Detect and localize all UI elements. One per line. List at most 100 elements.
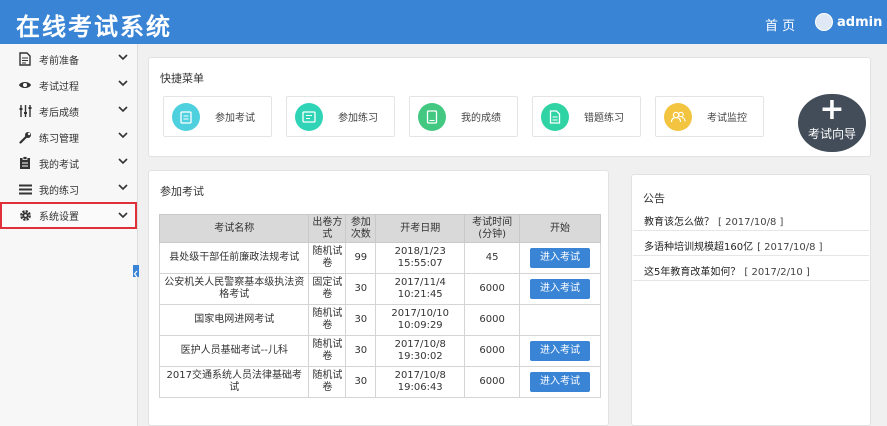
table-row: 国家电网进网考试 随机试卷 30 2017/10/10 10:09:29 600… (158, 304, 601, 336)
sidebar-item-label: 我的练习 (39, 185, 79, 197)
note-icon (295, 102, 323, 131)
plus-icon: + (819, 92, 845, 127)
user-name: admin (837, 14, 883, 30)
sidebar-item-my-practice[interactable]: 我的练习 (0, 176, 137, 202)
exam-date: 2018/1/23 15:55:07 (375, 242, 466, 274)
notice-item[interactable]: 多语种培训规模超160亿[ 2017/10/8 ] (644, 238, 864, 253)
notice-date: [ 2017/10/8 ] (757, 242, 823, 253)
sidebar-item-label: 考前准备 (39, 55, 79, 67)
exam-action-cell: 进入考试 (519, 242, 601, 274)
exam-date: 2017/10/8 19:30:02 (375, 335, 466, 367)
users-icon (664, 102, 692, 131)
exam-wizard-button[interactable]: + 考试向导 (798, 94, 866, 152)
quick-take-exam-card[interactable]: 参加考试 (163, 96, 272, 137)
enter-exam-button[interactable]: 进入考试 (530, 372, 591, 392)
chevron-down-icon (118, 212, 128, 219)
quick-card-label: 考试监控 (707, 113, 747, 124)
chevron-down-icon (118, 106, 128, 113)
top-navbar: 在线考试系统 首 页 admin (0, 0, 887, 44)
divider (633, 230, 869, 231)
clipboard-icon (17, 155, 33, 171)
sidebar-item-exam-process[interactable]: 考试过程 (0, 72, 137, 98)
clipboard-icon (172, 102, 200, 131)
sidebar-item-label: 系统设置 (39, 212, 79, 223)
sidebar-item-exam-prep[interactable]: 考前准备 (0, 46, 137, 72)
exam-action-cell: 进入考试 (519, 335, 601, 367)
exam-date: 2017/11/4 10:21:45 (375, 273, 466, 305)
notice-title: 公告 (643, 192, 665, 205)
quick-practice-card[interactable]: 参加练习 (286, 96, 395, 137)
exam-action-cell: 进入考试 (519, 273, 601, 305)
exam-date: 2017/10/10 10:09:29 (375, 304, 466, 336)
exam-count: 30 (345, 304, 377, 336)
sidebar-item-scores[interactable]: 考后成绩 (0, 98, 137, 124)
exam-duration: 6000 (464, 335, 521, 367)
divider (633, 255, 869, 256)
column-header: 参加次数 (345, 214, 377, 243)
notice-date: [ 2017/10/8 ] (718, 217, 784, 228)
quick-menu-title: 快捷菜单 (160, 72, 204, 85)
quick-card-label: 参加考试 (215, 113, 255, 124)
sidebar-item-label: 考试过程 (39, 81, 79, 93)
chevron-down-icon (118, 184, 128, 191)
exam-mode: 随机试卷 (308, 304, 347, 336)
exam-action-cell: 进入考试 (519, 366, 601, 398)
exam-name: 2017交通系统人员法律基础考试 (158, 366, 310, 398)
list-icon (17, 181, 33, 197)
table-header-row: 考试名称 出卷方式 参加次数 开考日期 考试时间(分钟) 开始 (158, 214, 601, 243)
exam-duration: 6000 (464, 366, 521, 398)
sidebar-item-my-exams[interactable]: 我的考试 (0, 150, 137, 176)
book-icon (418, 102, 446, 131)
gear-icon (17, 208, 33, 224)
exam-duration: 45 (464, 242, 521, 274)
exam-duration: 6000 (464, 304, 521, 336)
exam-list-title: 参加考试 (160, 185, 204, 198)
sidebar-item-label: 练习管理 (39, 133, 79, 145)
sidebar: 考前准备 考试过程 考后成绩 练习管理 我的考试 我的练习 系统设置 (0, 44, 138, 426)
sidebar-item-label: 考后成绩 (39, 107, 79, 119)
chevron-down-icon (118, 158, 128, 165)
quick-exam-monitor-card[interactable]: 考试监控 (655, 96, 764, 137)
exam-date: 2017/10/8 19:06:43 (375, 366, 466, 398)
column-header: 考试时间(分钟) (464, 214, 521, 243)
sidebar-collapse-handle[interactable] (133, 265, 139, 278)
chevron-down-icon (118, 54, 128, 61)
exam-count: 99 (345, 242, 377, 274)
notice-item[interactable]: 教育该怎么做？ [ 2017/10/8 ] (644, 213, 864, 228)
column-header: 开考日期 (375, 214, 466, 243)
exam-mode: 随机试卷 (308, 366, 347, 398)
avatar (815, 13, 833, 31)
column-header: 开始 (519, 214, 601, 243)
eye-icon (17, 77, 33, 93)
exam-mode: 固定试卷 (308, 273, 347, 305)
table-row: 2017交通系统人员法律基础考试 随机试卷 30 2017/10/8 19:06… (158, 366, 601, 398)
quick-wrong-questions-card[interactable]: 错题练习 (532, 96, 641, 137)
sidebar-item-practice-mgmt[interactable]: 练习管理 (0, 124, 137, 150)
exam-action-cell (519, 304, 601, 336)
exam-name: 公安机关人民警察基本级执法资格考试 (158, 273, 310, 305)
table-row: 公安机关人民警察基本级执法资格考试 固定试卷 30 2017/11/4 10:2… (158, 273, 601, 305)
home-link[interactable]: 首 页 (765, 15, 795, 34)
quick-card-label: 我的成绩 (461, 113, 501, 124)
enter-exam-button[interactable]: 进入考试 (530, 341, 591, 361)
enter-exam-button[interactable]: 进入考试 (530, 279, 591, 299)
notice-item[interactable]: 这5年教育改革如何？[ 2017/2/10 ] (644, 263, 864, 278)
quick-my-scores-card[interactable]: 我的成绩 (409, 96, 518, 137)
column-header: 出卷方式 (308, 214, 347, 243)
exam-name: 医护人员基础考试--儿科 (158, 335, 310, 367)
enter-exam-button[interactable]: 进入考试 (530, 248, 591, 268)
wrench-icon (17, 129, 33, 145)
table-row: 医护人员基础考试--儿科 随机试卷 30 2017/10/8 19:30:02 … (158, 335, 601, 367)
divider (633, 280, 869, 281)
document-icon (541, 102, 569, 131)
sliders-icon (17, 103, 33, 119)
user-menu[interactable]: admin (815, 12, 887, 32)
exam-name: 县处级干部任前廉政法规考试 (158, 242, 310, 274)
quick-card-label: 参加练习 (338, 113, 378, 124)
exam-count: 30 (345, 273, 377, 305)
table-row: 县处级干部任前廉政法规考试 随机试卷 99 2018/1/23 15:55:07… (158, 242, 601, 274)
notice-panel (631, 174, 871, 426)
sidebar-item-system-settings[interactable]: 系统设置 (0, 202, 137, 229)
wizard-label: 考试向导 (807, 127, 856, 141)
exam-duration: 6000 (464, 273, 521, 305)
